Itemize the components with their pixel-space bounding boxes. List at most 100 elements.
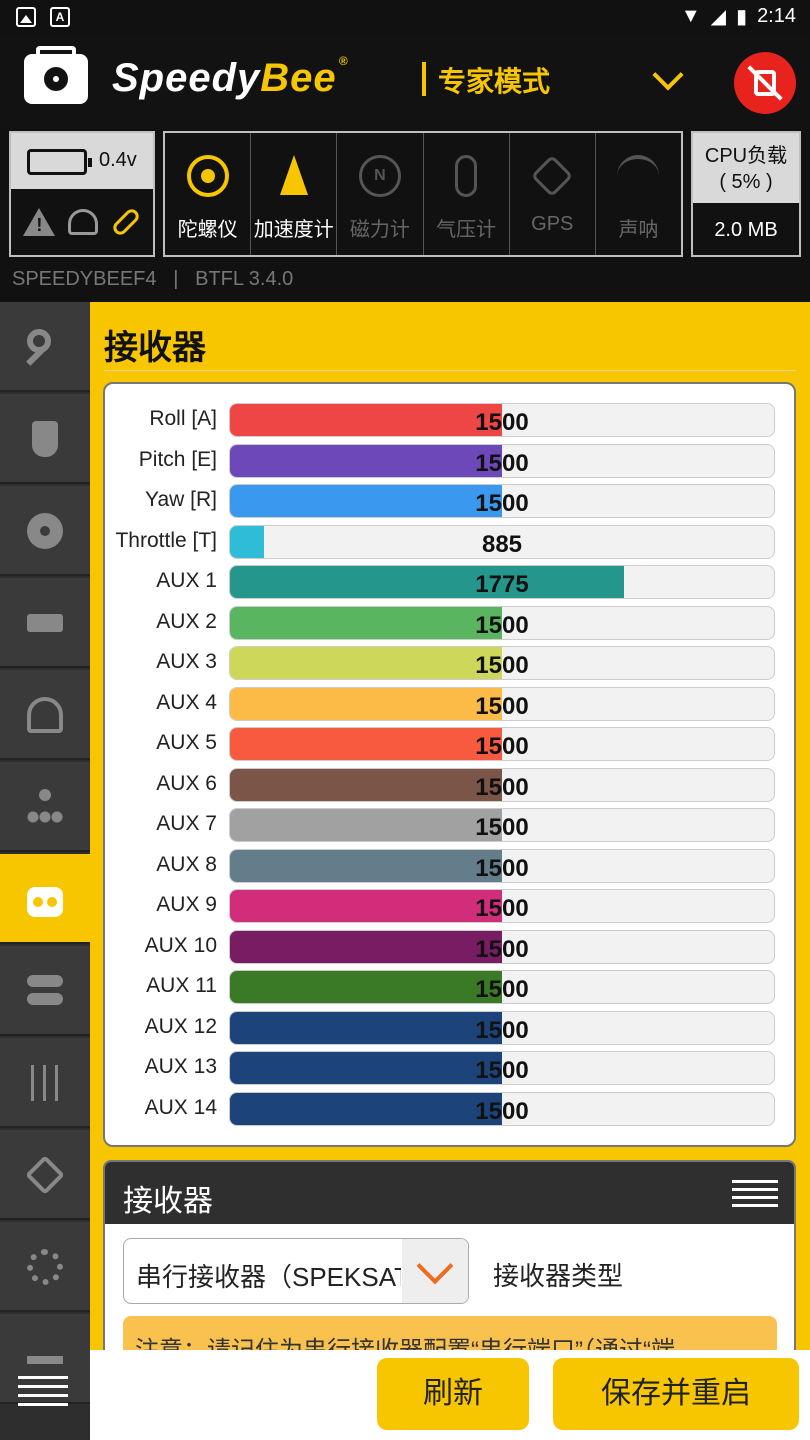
channel-value: 1500 (475, 1016, 529, 1044)
channel-row: AUX 7 1500 (105, 808, 795, 842)
channel-value: 1500 (475, 1057, 529, 1084)
channel-row: Throttle [T] 885 (105, 524, 795, 559)
menu-icon[interactable] (732, 1180, 778, 1212)
chevron-down-icon[interactable] (402, 1239, 468, 1303)
sidebar-item-failsafe[interactable] (0, 670, 90, 760)
sidebar-item-power[interactable] (0, 578, 90, 668)
sidebar-item-modes[interactable] (0, 946, 90, 1036)
channel-bar: 1500 (229, 889, 775, 923)
title-divider (104, 370, 796, 371)
channel-row: AUX 8 1500 (105, 848, 795, 883)
sensor-label: 陀螺仪 (177, 219, 238, 241)
channel-value: 1500 (475, 409, 529, 436)
sidebar-item-motors[interactable] (0, 1222, 90, 1312)
cpu-load-value: ( 5% ) (719, 171, 773, 193)
gps-satellite-icon (531, 154, 574, 198)
channel-bar: 1500 (229, 403, 775, 437)
barometer-icon (455, 155, 478, 197)
channel-row: AUX 6 1500 (105, 767, 795, 802)
refresh-button[interactable]: 刷新 (377, 1358, 529, 1430)
sensor-label: 声呐 (618, 219, 659, 241)
panel-header: 接收器 (105, 1162, 794, 1224)
channel-bar: 1500 (229, 970, 775, 1004)
save-reboot-button[interactable]: 保存并重启 (553, 1358, 799, 1430)
channel-row: Pitch [E] 1500 (105, 443, 795, 478)
toggle-modes-icon (27, 973, 63, 1009)
channel-value: 1500 (475, 652, 529, 679)
sensor-label: 磁力计 (349, 219, 410, 241)
sensor-label: GPS (531, 213, 574, 235)
memory-value: 2.0 MB (714, 219, 778, 241)
motor-icon (27, 1249, 63, 1285)
receiver-type-label: 接收器类型 (493, 1261, 624, 1291)
channel-row: AUX 2 1500 (105, 605, 795, 640)
channel-bar: 1500 (229, 484, 775, 518)
channel-label: AUX 2 (156, 609, 217, 633)
clock: 2:14 (757, 5, 796, 27)
sliders-icon (27, 1065, 63, 1101)
channel-label: Throttle [T] (115, 528, 217, 552)
channel-label: AUX 13 (144, 1055, 217, 1078)
firmware-info: SPEEDYBEEF4 | BTFL 3.4.0 (12, 268, 293, 291)
menu-icon[interactable] (18, 1376, 68, 1406)
sidebar-item-adjustments[interactable] (0, 1038, 90, 1128)
sidebar-item-setup[interactable] (0, 302, 90, 392)
channel-label: AUX 8 (156, 852, 217, 876)
receiver-type-value: 串行接收器（SPEKSAT (136, 1262, 401, 1292)
hierarchy-icon (27, 789, 63, 825)
channel-bar: 1500 (229, 646, 775, 680)
sidebar (0, 302, 90, 1440)
channel-label: AUX 3 (156, 650, 217, 673)
channel-row: Yaw [R] 1500 (105, 484, 795, 518)
disconnect-button[interactable] (734, 52, 796, 114)
firmware-version: BTFL 3.4.0 (195, 268, 294, 290)
display-icon (27, 1356, 63, 1364)
channel-label: Roll [A] (149, 407, 217, 430)
font-notification-icon: A (50, 7, 70, 27)
channel-value: 1775 (475, 571, 529, 598)
status-bar: A ▼ ◢ ▮ 2:14 (0, 0, 810, 34)
sensor-sonar: 声呐 (596, 133, 681, 255)
sidebar-item-gps[interactable] (0, 1130, 90, 1220)
channel-label: AUX 10 (144, 933, 217, 957)
channel-bar: 1500 (229, 929, 775, 964)
page-title: 接收器 (104, 329, 206, 367)
signal-icon: ◢ (710, 6, 727, 28)
channel-label: AUX 9 (156, 893, 217, 916)
toolbox-icon[interactable] (24, 46, 88, 104)
channel-label: AUX 6 (156, 771, 217, 795)
channel-label: AUX 7 (156, 812, 217, 835)
accelerometer-icon (273, 155, 315, 197)
channel-bar: 1500 (229, 1051, 775, 1085)
channel-bar: 1500 (229, 686, 775, 721)
channel-bar: 1500 (229, 767, 775, 802)
channel-bar: 1500 (229, 1091, 775, 1126)
main-content: 接收器 Roll [A] 1500 Pitch [E] 1500 Yaw [R] 1500… (90, 302, 810, 1440)
channel-bar: 1775 (229, 565, 775, 599)
warning-icon (23, 208, 56, 236)
channel-row: AUX 3 1500 (105, 646, 795, 680)
sidebar-item-receiver[interactable] (0, 854, 90, 944)
parachute-icon (67, 209, 98, 235)
gyro-icon (186, 155, 229, 197)
channel-value: 1500 (475, 854, 529, 882)
channel-row: AUX 4 1500 (105, 686, 795, 721)
chevron-down-icon[interactable] (652, 59, 684, 91)
channel-row: AUX 10 1500 (105, 929, 795, 964)
channel-value: 1500 (475, 733, 529, 760)
sidebar-item-pid[interactable] (0, 762, 90, 852)
sidebar-item-configuration[interactable] (0, 486, 90, 576)
plug-icon (32, 421, 58, 457)
compass-icon: N (358, 155, 401, 197)
channel-bar: 885 (229, 524, 775, 559)
radio-controller-icon (27, 887, 63, 917)
receiver-type-select[interactable]: 串行接收器（SPEKSAT (123, 1238, 469, 1304)
channel-bar: 1500 (229, 727, 775, 761)
cpu-load-label: CPU负载 (704, 145, 788, 167)
sidebar-item-ports[interactable] (0, 394, 90, 484)
channel-bar: 1500 (229, 443, 775, 478)
sonar-icon (617, 155, 660, 197)
bottom-action-bar: 刷新 保存并重启 (90, 1350, 810, 1440)
sensor-gps: GPS (510, 133, 596, 255)
channel-label: AUX 5 (156, 731, 217, 754)
